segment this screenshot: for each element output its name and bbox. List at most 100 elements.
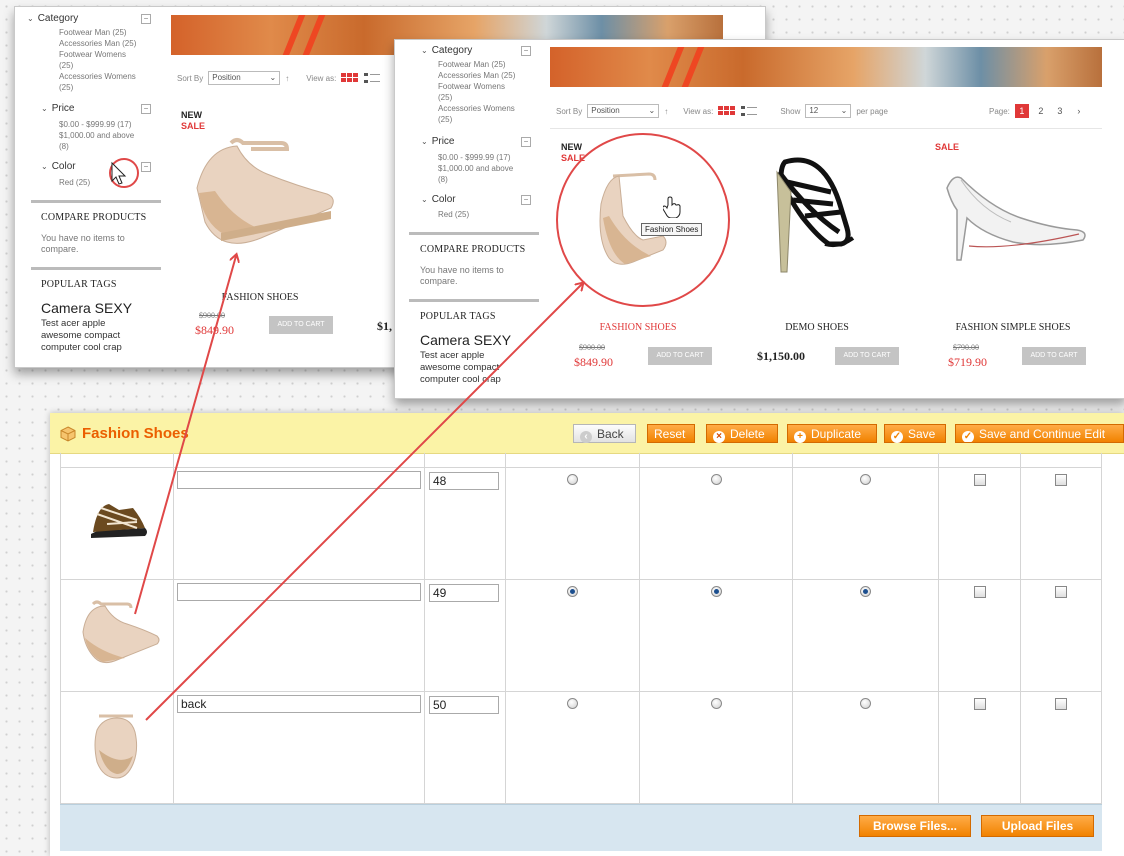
collapse-icon[interactable]: −: [521, 137, 531, 147]
back-button[interactable]: ‹ Back: [573, 424, 636, 443]
check-icon: ✓: [891, 431, 903, 443]
remove-checkbox[interactable]: [1055, 586, 1067, 598]
small-image-radio[interactable]: [711, 698, 722, 709]
product-name[interactable]: FASHION SHOES: [588, 322, 688, 333]
tag-line[interactable]: computer cool crap: [41, 342, 122, 354]
add-to-cart-button[interactable]: ADD TO CART: [269, 316, 333, 334]
filter-color-header[interactable]: ⌄ Color: [421, 194, 456, 205]
filter-item[interactable]: Accessories Womens: [438, 103, 515, 114]
tag-line[interactable]: awesome compact: [420, 362, 501, 374]
filter-item[interactable]: $1,000.00 and above: [438, 163, 513, 174]
image-position-input[interactable]: [429, 696, 499, 714]
add-to-cart-button[interactable]: ADD TO CART: [1022, 347, 1086, 365]
filter-item[interactable]: Footwear Man (25): [59, 27, 136, 38]
filter-item[interactable]: Footwear Man (25): [438, 59, 515, 70]
page-link[interactable]: 2: [1034, 104, 1048, 118]
remove-checkbox[interactable]: [1055, 698, 1067, 710]
tag-line[interactable]: Test acer apple: [41, 318, 122, 330]
tag-line[interactable]: awesome compact: [41, 330, 122, 342]
filter-item[interactable]: Accessories Womens: [59, 71, 136, 82]
add-to-cart-button[interactable]: ADD TO CART: [835, 347, 899, 365]
product-image-wedge[interactable]: [191, 133, 341, 245]
next-page-icon[interactable]: ›: [1072, 104, 1086, 118]
collapse-icon[interactable]: −: [521, 46, 531, 56]
tag-cloud-large[interactable]: Camera SEXY: [41, 300, 132, 316]
sort-select[interactable]: Position ⌄: [587, 104, 660, 118]
add-to-cart-button[interactable]: ADD TO CART: [648, 347, 712, 365]
product-tooltip: Fashion Shoes: [641, 223, 703, 236]
collapse-icon[interactable]: −: [521, 195, 531, 205]
filter-item[interactable]: Red (25): [438, 209, 469, 220]
thumbnail-radio[interactable]: [860, 698, 871, 709]
small-image-radio[interactable]: [711, 474, 722, 485]
base-image-radio[interactable]: [567, 586, 578, 597]
thumbnail-radio[interactable]: [860, 586, 871, 597]
grid-view-icon[interactable]: [718, 106, 737, 116]
grid-view-icon[interactable]: [341, 73, 360, 83]
product-image-strappy-heel[interactable]: [765, 152, 865, 278]
filter-item[interactable]: $0.00 - $999.99 (17): [438, 152, 513, 163]
exclude-checkbox[interactable]: [974, 586, 986, 598]
filter-item[interactable]: $1,000.00 and above: [59, 130, 134, 141]
filter-item[interactable]: Footwear Womens: [59, 49, 136, 60]
thumbnail-wedge-back: [94, 714, 138, 779]
product-name[interactable]: FASHION SHOES: [215, 292, 305, 303]
limit-select[interactable]: 12 ⌄: [805, 104, 852, 118]
tag-cloud-large[interactable]: Camera SEXY: [420, 332, 511, 348]
image-label-input[interactable]: [177, 583, 421, 601]
list-view-icon[interactable]: [741, 106, 758, 116]
filter-item[interactable]: Accessories Man (25): [438, 70, 515, 81]
sort-select[interactable]: Position ⌄: [208, 71, 281, 85]
delete-button[interactable]: × Delete: [706, 424, 778, 443]
image-label-input[interactable]: [177, 695, 421, 713]
save-button[interactable]: ✓ Save: [884, 424, 946, 443]
save-continue-button[interactable]: ✓ Save and Continue Edit: [955, 424, 1124, 443]
base-image-radio[interactable]: [567, 698, 578, 709]
filter-category-header[interactable]: ⌄ Category: [27, 13, 78, 24]
product-name[interactable]: DEMO SHOES: [767, 322, 867, 333]
compare-text: compare.: [420, 276, 458, 286]
product-image-wedge[interactable]: [593, 164, 673, 272]
view-label: View as:: [683, 106, 714, 116]
collapse-icon[interactable]: −: [141, 162, 151, 172]
page-link[interactable]: 1: [1014, 104, 1029, 118]
sale-label: SALE: [935, 142, 960, 152]
tag-line[interactable]: computer cool crap: [420, 374, 501, 386]
image-position-input[interactable]: [429, 584, 499, 602]
filter-item[interactable]: Footwear Womens: [438, 81, 515, 92]
chevron-down-icon: ⌄: [27, 14, 34, 23]
page-link[interactable]: 3: [1053, 104, 1067, 118]
filter-price-header[interactable]: ⌄ Price: [41, 103, 75, 114]
reset-button[interactable]: Reset: [647, 424, 695, 443]
collapse-icon[interactable]: −: [141, 14, 151, 24]
sort-direction-icon[interactable]: ↑: [285, 74, 289, 83]
browse-files-button[interactable]: Browse Files...: [859, 815, 971, 837]
chevron-down-icon: ⌄: [41, 104, 48, 113]
base-image-radio[interactable]: [567, 474, 578, 485]
image-label-input[interactable]: [177, 471, 421, 489]
tag-line[interactable]: Test acer apple: [420, 350, 501, 362]
exclude-checkbox[interactable]: [974, 698, 986, 710]
product-image-silver-pump[interactable]: [939, 168, 1089, 268]
upload-files-button[interactable]: Upload Files: [981, 815, 1094, 837]
plus-icon: +: [794, 431, 806, 443]
duplicate-button[interactable]: + Duplicate: [787, 424, 877, 443]
filter-category-header[interactable]: ⌄ Category: [421, 45, 472, 56]
thumbnail-radio[interactable]: [860, 474, 871, 485]
old-price: $790.00: [953, 343, 979, 352]
small-image-radio[interactable]: [711, 586, 722, 597]
filter-item[interactable]: Accessories Man (25): [59, 38, 136, 49]
sort-direction-icon[interactable]: ↑: [664, 107, 668, 116]
product-name[interactable]: FASHION SIMPLE SHOES: [943, 322, 1083, 333]
filter-price-header[interactable]: ⌄ Price: [421, 136, 455, 147]
filter-item[interactable]: $0.00 - $999.99 (17): [59, 119, 134, 130]
filter-item[interactable]: Red (25): [59, 177, 90, 188]
image-position-input[interactable]: [429, 472, 499, 490]
filter-color-header[interactable]: ⌄ Color: [41, 161, 76, 172]
remove-checkbox[interactable]: [1055, 474, 1067, 486]
collapse-icon[interactable]: −: [141, 104, 151, 114]
delete-x-icon: ×: [713, 431, 725, 443]
list-view-icon[interactable]: [364, 73, 381, 83]
exclude-checkbox[interactable]: [974, 474, 986, 486]
admin-images-panel: Fashion Shoes ‹ Back Reset × Delete + Dupli…: [50, 413, 1124, 856]
